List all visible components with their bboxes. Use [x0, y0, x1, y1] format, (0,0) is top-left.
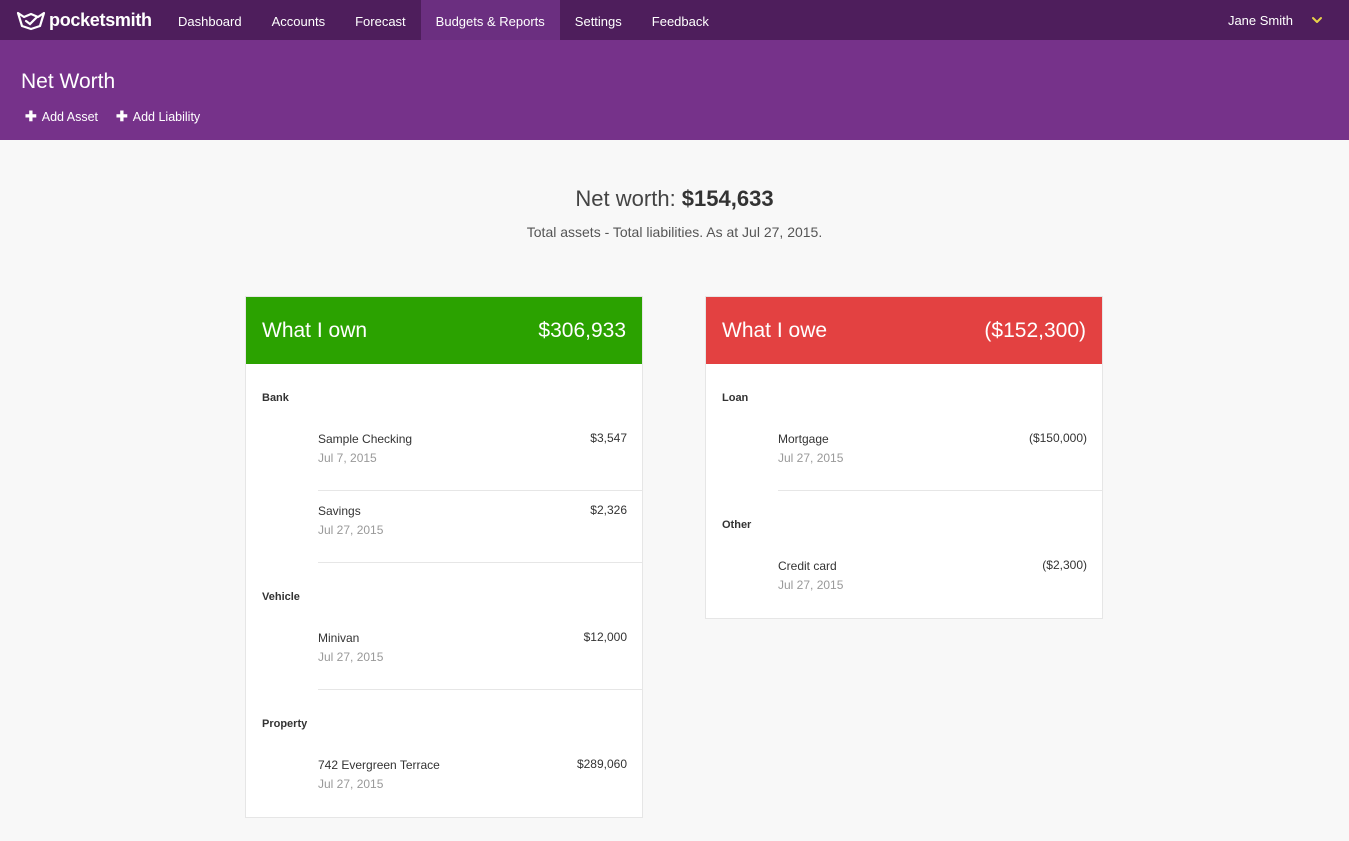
- account-amount: ($2,300): [1042, 558, 1087, 572]
- add-asset-label: Add Asset: [41, 109, 99, 124]
- account-name: 742 Evergreen Terrace: [318, 758, 440, 772]
- account-date: Jul 27, 2015: [318, 777, 384, 791]
- account-amount: $289,060: [576, 757, 627, 771]
- user-name: Jane Smith: [1227, 12, 1293, 28]
- assets-card: What I own $306,933 Bank Sample Checking…: [245, 296, 643, 818]
- account-name: Minivan: [318, 631, 360, 645]
- net-worth-label: Net worth:: [575, 186, 682, 211]
- group-label-vehicle: Vehicle: [262, 591, 300, 603]
- account-date: Jul 27, 2015: [778, 451, 844, 465]
- assets-card-header: What I own $306,933: [246, 297, 642, 364]
- asset-row-sample-checking[interactable]: Sample Checking Jul 7, 2015 $3,547: [318, 419, 642, 491]
- header-actions: ✚ Add Asset ✚ Add Liability: [25, 108, 200, 125]
- account-amount: $12,000: [583, 630, 627, 644]
- liabilities-card: What I owe ($152,300) Loan Mortgage Jul …: [705, 296, 1103, 619]
- account-date: Jul 27, 2015: [318, 650, 384, 664]
- plus-icon: ✚: [25, 108, 37, 124]
- net-worth-line: Net worth: $154,633: [0, 186, 1349, 212]
- account-amount: ($150,000): [1028, 431, 1087, 445]
- asset-row-savings[interactable]: Savings Jul 27, 2015 $2,326: [318, 491, 642, 563]
- user-menu[interactable]: Jane Smith: [1228, 0, 1323, 40]
- nav-forecast[interactable]: Forecast: [340, 0, 421, 40]
- plus-icon: ✚: [116, 108, 128, 124]
- account-name: Mortgage: [778, 432, 829, 446]
- group-label-property: Property: [262, 718, 308, 730]
- nav-dashboard[interactable]: Dashboard: [163, 0, 257, 40]
- assets-total: $306,933: [538, 318, 626, 342]
- nav-settings[interactable]: Settings: [560, 0, 637, 40]
- liability-row-mortgage[interactable]: Mortgage Jul 27, 2015 ($150,000): [778, 419, 1102, 491]
- account-date: Jul 27, 2015: [318, 523, 384, 537]
- assets-title: What I own: [262, 318, 368, 342]
- liabilities-title: What I owe: [722, 318, 828, 342]
- nav-feedback[interactable]: Feedback: [637, 0, 724, 40]
- net-worth-summary: Net worth: $154,633 Total assets - Total…: [0, 186, 1349, 240]
- top-navigation-bar: pocketsmith Dashboard Accounts Forecast …: [0, 0, 1349, 40]
- account-name: Savings: [318, 504, 361, 518]
- liability-row-credit-card[interactable]: Credit card Jul 27, 2015 ($2,300): [778, 546, 1102, 618]
- liabilities-card-header: What I owe ($152,300): [706, 297, 1102, 364]
- net-worth-subtitle: Total assets - Total liabilities. As at …: [526, 224, 823, 240]
- group-label-bank: Bank: [262, 392, 289, 404]
- add-liability-label: Add Liability: [132, 109, 201, 124]
- group-label-loan: Loan: [722, 392, 749, 404]
- asset-row-evergreen-terrace[interactable]: 742 Evergreen Terrace Jul 27, 2015 $289,…: [318, 745, 642, 817]
- group-label-other: Other: [722, 519, 752, 531]
- account-name: Credit card: [778, 559, 837, 573]
- logo[interactable]: pocketsmith: [0, 0, 163, 40]
- add-asset-button[interactable]: ✚ Add Asset: [25, 108, 98, 125]
- page-header: Net Worth ✚ Add Asset ✚ Add Liability: [0, 40, 1349, 140]
- logo-text: pocketsmith: [49, 9, 152, 30]
- pocketsmith-logo-icon: [16, 11, 46, 31]
- account-date: Jul 27, 2015: [778, 578, 844, 592]
- net-worth-value: $154,633: [681, 186, 774, 211]
- nav-budgets-reports[interactable]: Budgets & Reports: [420, 0, 560, 40]
- main-nav: Dashboard Accounts Forecast Budgets & Re…: [163, 0, 724, 40]
- chevron-down-icon: [1312, 17, 1322, 23]
- asset-row-minivan[interactable]: Minivan Jul 27, 2015 $12,000: [318, 618, 642, 690]
- nav-accounts[interactable]: Accounts: [257, 0, 340, 40]
- add-liability-button[interactable]: ✚ Add Liability: [116, 108, 200, 125]
- page-title: Net Worth: [21, 70, 116, 93]
- liabilities-total: ($152,300): [984, 318, 1086, 342]
- account-date: Jul 7, 2015: [318, 451, 377, 465]
- account-amount: $2,326: [590, 503, 627, 517]
- account-name: Sample Checking: [318, 432, 413, 446]
- account-amount: $3,547: [590, 431, 627, 445]
